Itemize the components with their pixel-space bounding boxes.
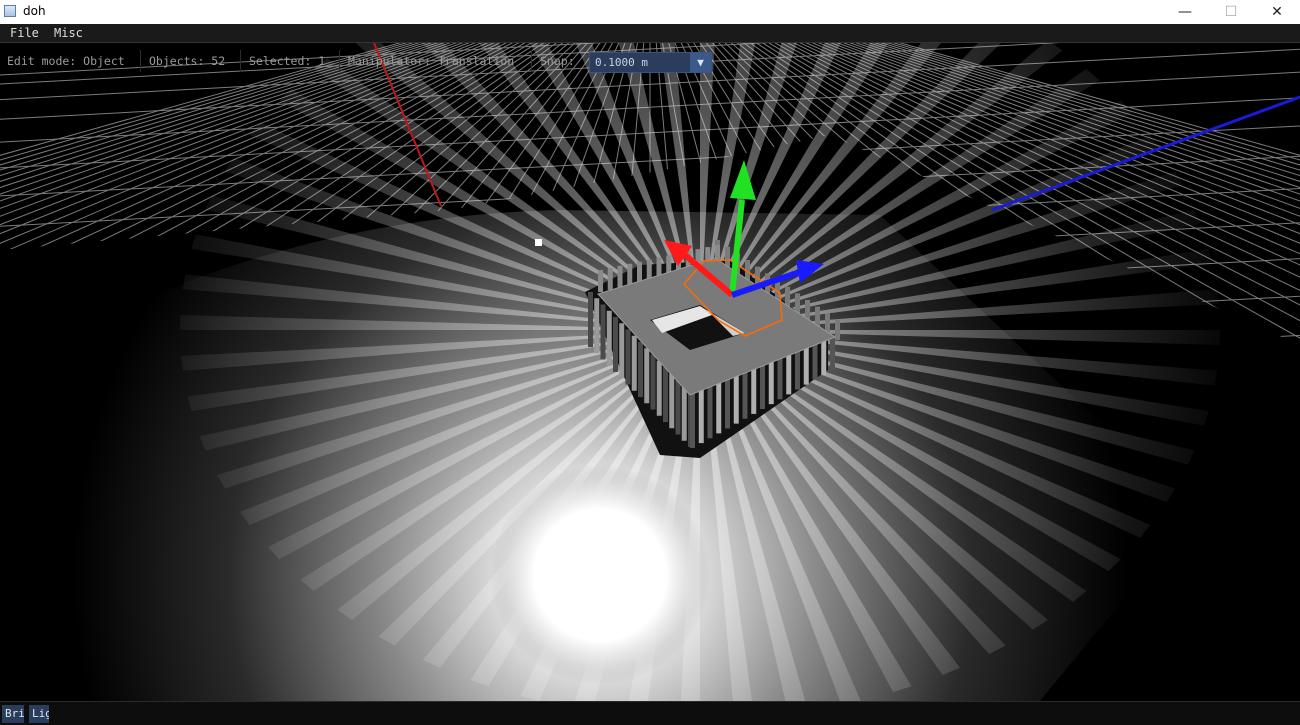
toolbar-divider: [339, 50, 340, 72]
close-button[interactable]: ✕: [1254, 0, 1300, 24]
manipulator-label: Manipulator: Translation: [348, 54, 515, 68]
snap-label: Snap:: [540, 54, 575, 68]
minimize-button[interactable]: —: [1162, 0, 1208, 24]
menu-bar: File Misc: [0, 24, 1300, 43]
title-bar: doh — ☐ ✕: [0, 0, 1300, 25]
bottom-bar: Bri Lig: [0, 701, 1300, 725]
toolbar-divider: [140, 50, 141, 72]
selected-count-label: Selected: 1: [249, 54, 326, 68]
menu-misc[interactable]: Misc: [54, 26, 83, 40]
toolbar-divider: [531, 50, 532, 72]
snap-dropdown[interactable]: 0.1000 m ▼: [589, 52, 712, 73]
menu-file[interactable]: File: [10, 26, 39, 40]
bottom-tab-light[interactable]: Lig: [29, 705, 49, 723]
light-handle-marker[interactable]: [535, 239, 542, 246]
snap-value: 0.1000 m: [595, 56, 648, 69]
objects-count-label: Objects: 52: [149, 54, 226, 68]
window-app-icon: [4, 5, 16, 17]
scene-render[interactable]: [0, 43, 1300, 701]
toolbar-divider: [240, 50, 241, 72]
edit-mode-label: Edit mode: Object: [7, 54, 125, 68]
bottom-tab-brush[interactable]: Bri: [2, 705, 24, 723]
maximize-button[interactable]: ☐: [1208, 0, 1254, 24]
3d-viewport[interactable]: [0, 43, 1300, 701]
status-toolbar: Edit mode: Object Objects: 52 Selected: …: [0, 44, 720, 77]
chevron-down-icon[interactable]: ▼: [690, 53, 711, 72]
light-source[interactable]: [490, 465, 710, 685]
window-title: doh: [23, 4, 46, 18]
